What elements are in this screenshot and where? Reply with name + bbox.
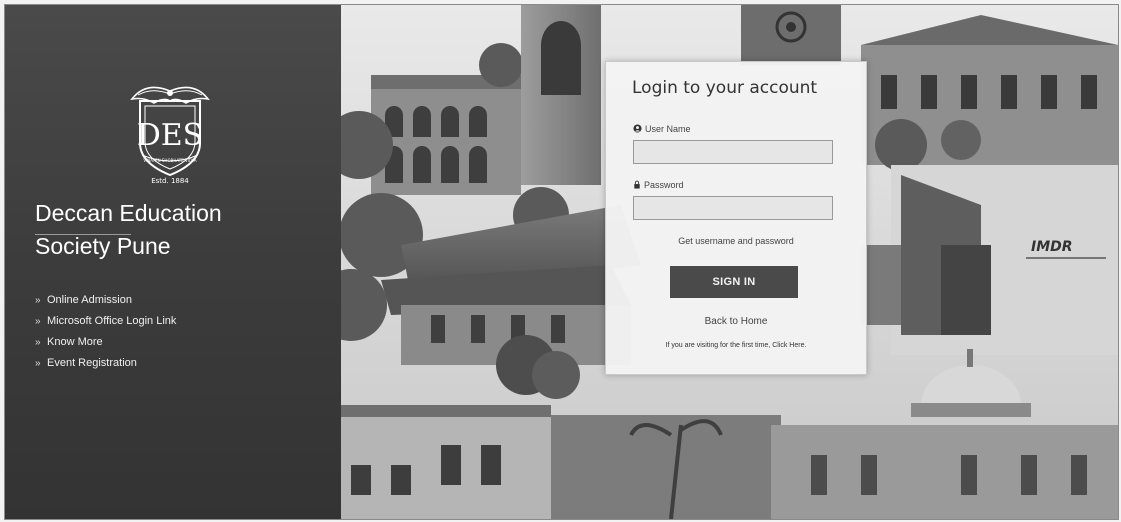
get-credentials-link[interactable]: Get username and password <box>606 236 866 246</box>
username-input[interactable] <box>633 140 833 164</box>
chevron-right-icon: » <box>35 295 41 306</box>
link-event-registration[interactable]: » Event Registration <box>35 353 176 374</box>
login-page: DES VINAYEN SHOBHATE VIDYA Estd. 1884 De… <box>4 4 1119 520</box>
org-name-line1: Deccan Education <box>35 200 222 226</box>
link-microsoft-office-login[interactable]: » Microsoft Office Login Link <box>35 311 176 332</box>
first-time-notice: If you are visiting for the first time, … <box>665 342 807 349</box>
link-online-admission[interactable]: » Online Admission <box>35 290 176 311</box>
login-title: Login to your account <box>632 78 818 98</box>
colonnade-building <box>371 75 521 195</box>
svg-text:VINAYEN SHOBHATE VIDYA: VINAYEN SHOBHATE VIDYA <box>143 158 197 163</box>
imdr-sign: IMDR <box>1031 239 1073 255</box>
heritage-building-right <box>861 15 1118 171</box>
password-label: Password <box>633 180 684 190</box>
user-icon <box>633 124 642 133</box>
lock-icon <box>634 180 640 189</box>
chevron-right-icon: » <box>35 316 41 327</box>
svg-text:Estd. 1884: Estd. 1884 <box>151 177 189 185</box>
society-emblem: DES VINAYEN SHOBHATE VIDYA Estd. 1884 <box>130 86 210 185</box>
username-label: User Name <box>633 124 691 134</box>
divider <box>35 234 131 235</box>
imdr-building: IMDR <box>861 165 1118 355</box>
bottom-left-building <box>341 405 551 519</box>
chevron-right-icon: » <box>35 337 41 348</box>
login-form: Login to your account User Name Password… <box>605 61 867 375</box>
password-input[interactable] <box>633 196 833 220</box>
quick-links: » Online Admission » Microsoft Office Logi… <box>35 290 176 374</box>
sign-in-button[interactable]: SIGN IN <box>670 266 798 298</box>
sidebar: DES VINAYEN SHOBHATE VIDYA Estd. 1884 De… <box>5 5 341 519</box>
org-name: Deccan Education Society Pune <box>35 197 295 263</box>
back-to-home-link[interactable]: Back to Home <box>606 316 866 327</box>
palm-trees <box>551 415 781 519</box>
click-here-link[interactable]: Click Here. <box>772 342 806 349</box>
svg-text:DES: DES <box>137 118 204 153</box>
link-know-more[interactable]: » Know More <box>35 332 176 353</box>
chevron-right-icon: » <box>35 358 41 369</box>
